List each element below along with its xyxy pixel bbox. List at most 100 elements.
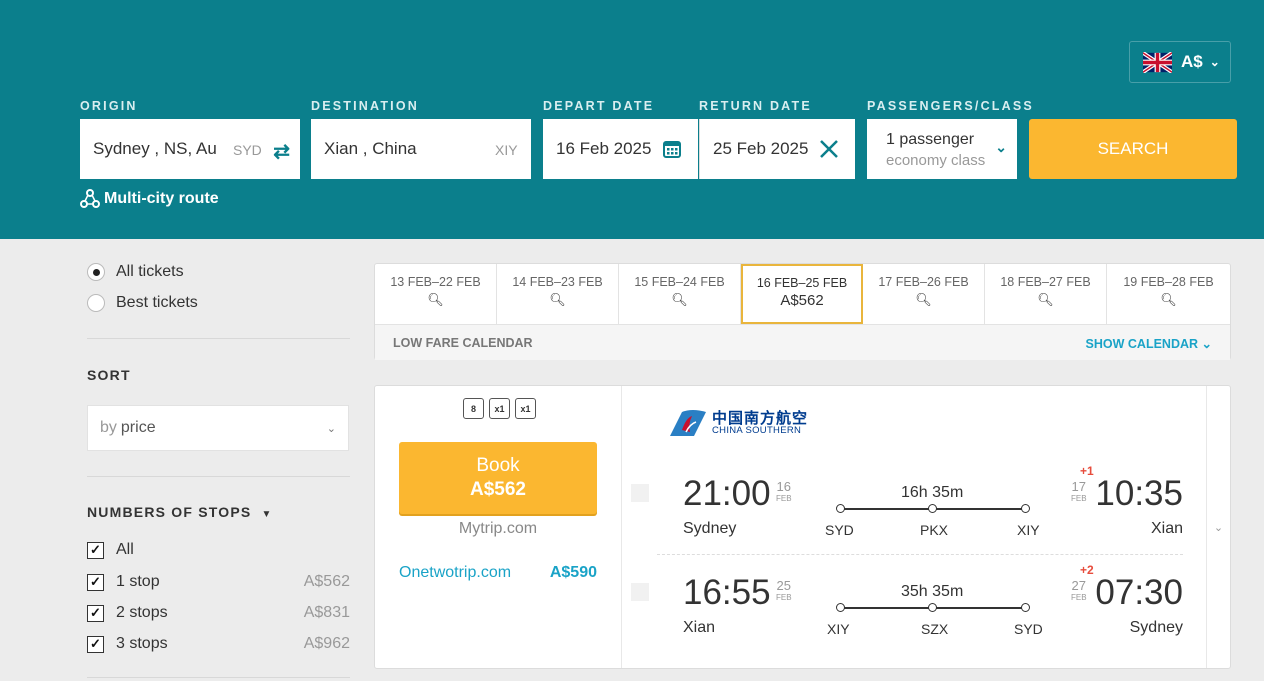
chevron-down-icon: ⌄ bbox=[1201, 337, 1212, 351]
radio-button[interactable] bbox=[87, 294, 105, 312]
search-icon: 🔍︎ bbox=[671, 292, 688, 307]
destination-label: DESTINATION bbox=[311, 99, 419, 113]
expand-details-button[interactable]: ⌄ bbox=[1206, 386, 1230, 668]
uk-flag-icon bbox=[1143, 51, 1172, 73]
arrival-date: 17 FEB bbox=[1071, 480, 1087, 503]
stops-heading-label: NUMBERS OF STOPS bbox=[87, 504, 252, 520]
route-line bbox=[836, 603, 1030, 613]
search-icon: 🔍︎ bbox=[1160, 292, 1177, 307]
airline-name-cn: 中国南方航空 bbox=[712, 409, 809, 427]
agency-name: Mytrip.com bbox=[458, 520, 538, 537]
radio-best-tickets[interactable]: Best tickets bbox=[87, 294, 198, 312]
segment-checkbox[interactable] bbox=[631, 583, 649, 601]
departure-time: 16:55 bbox=[683, 573, 771, 612]
result-card: 8 x1 x1 Book A$562 Mytrip.com Onetwotrip… bbox=[374, 385, 1231, 669]
radio-label: Best tickets bbox=[116, 294, 198, 311]
depart-date-field[interactable]: 16 Feb 2025 bbox=[543, 119, 698, 179]
date-range: 16 FEB–25 FEB bbox=[756, 276, 848, 290]
stops-label: 1 stop bbox=[116, 573, 160, 590]
divider bbox=[87, 338, 350, 339]
date-range: 14 FEB–23 FEB bbox=[512, 275, 603, 289]
sort-select[interactable]: by price ⌄ bbox=[87, 405, 349, 451]
stops-filter-2[interactable]: ✓ 2 stops A$831 bbox=[87, 604, 350, 622]
day-offset: +1 bbox=[1080, 464, 1094, 478]
airport-code: SYD bbox=[1014, 621, 1043, 637]
china-southern-logo-icon bbox=[670, 410, 706, 436]
departure-time: 21:00 bbox=[683, 474, 771, 513]
checkbox[interactable]: ✓ bbox=[87, 635, 104, 653]
date-option[interactable]: 15 FEB–24 FEB 🔍︎ bbox=[619, 264, 741, 324]
stop-dot bbox=[836, 504, 845, 513]
date-range: 15 FEB–24 FEB bbox=[634, 275, 725, 289]
sort-heading: SORT bbox=[87, 367, 131, 383]
departure-city: Sydney bbox=[683, 520, 737, 537]
date-option[interactable]: 17 FEB–26 FEB 🔍︎ bbox=[863, 264, 985, 324]
destination-code: XIY bbox=[495, 142, 518, 158]
departure-day: 25 bbox=[776, 578, 792, 593]
book-button[interactable]: Book A$562 bbox=[399, 442, 597, 514]
date-range: 17 FEB–26 FEB bbox=[878, 275, 969, 289]
carry-on-icon: x1 bbox=[515, 398, 536, 419]
currency-selector[interactable]: A$ ⌄ bbox=[1129, 41, 1231, 83]
route-icon bbox=[80, 189, 100, 208]
departure-date: 16 FEB bbox=[776, 480, 792, 503]
stop-dot bbox=[836, 603, 845, 612]
date-strip: 13 FEB–22 FEB 🔍︎ 14 FEB–23 FEB 🔍︎ 15 FEB… bbox=[374, 263, 1231, 360]
route-line bbox=[836, 504, 1030, 514]
calendar-icon[interactable] bbox=[662, 139, 682, 159]
date-range: 19 FEB–28 FEB bbox=[1123, 275, 1214, 289]
stops-heading[interactable]: NUMBERS OF STOPS ▼ bbox=[87, 504, 273, 520]
stop-dot bbox=[928, 603, 937, 612]
search-icon: 🔍︎ bbox=[915, 292, 932, 307]
passengers-field[interactable]: 1 passenger economy class ⌄ bbox=[867, 119, 1017, 179]
depart-date-value: 16 Feb 2025 bbox=[556, 139, 651, 158]
checkbox[interactable]: ✓ bbox=[87, 541, 104, 559]
date-option[interactable]: 19 FEB–28 FEB 🔍︎ bbox=[1107, 264, 1230, 324]
search-button[interactable]: SEARCH bbox=[1029, 119, 1237, 179]
multi-city-link[interactable]: Multi-city route bbox=[80, 189, 219, 209]
airline-name-en: CHINA SOUTHERN bbox=[712, 424, 802, 436]
destination-field[interactable]: Xian , China XIY bbox=[311, 119, 531, 179]
return-date-field[interactable]: 25 Feb 2025 bbox=[699, 119, 855, 179]
checkbox[interactable]: ✓ bbox=[87, 573, 104, 591]
sort-value: price bbox=[120, 419, 156, 436]
stops-price: A$831 bbox=[303, 604, 350, 621]
alt-agency-price[interactable]: A$590 bbox=[550, 564, 597, 582]
alt-agency-link[interactable]: Onetwotrip.com bbox=[399, 564, 511, 582]
arrival-month: FEB bbox=[1071, 593, 1087, 602]
airline-logo: 中国南方航空 CHINA SOUTHERN bbox=[668, 408, 808, 438]
date-range: 18 FEB–27 FEB bbox=[1000, 275, 1091, 289]
chevron-down-icon: ⌄ bbox=[326, 422, 336, 435]
stops-filter-3[interactable]: ✓ 3 stops A$962 bbox=[87, 635, 350, 653]
baggage-icon: 8 bbox=[463, 398, 484, 419]
stop-dot bbox=[1021, 603, 1030, 612]
stop-dot bbox=[1021, 504, 1030, 513]
segment-checkbox[interactable] bbox=[631, 484, 649, 502]
currency-label: A$ bbox=[1181, 52, 1203, 71]
arrival-city: Sydney bbox=[1129, 619, 1183, 636]
date-option[interactable]: 13 FEB–22 FEB 🔍︎ bbox=[375, 264, 497, 324]
date-option[interactable]: 18 FEB–27 FEB 🔍︎ bbox=[985, 264, 1107, 324]
return-date-label: RETURN DATE bbox=[699, 99, 812, 113]
chevron-down-icon: ⌄ bbox=[1209, 55, 1220, 69]
flight-duration: 35h 35m bbox=[901, 583, 964, 600]
checkbox[interactable]: ✓ bbox=[87, 604, 104, 622]
radio-all-tickets[interactable]: All tickets bbox=[87, 263, 184, 281]
arrival-time: 10:35 bbox=[1095, 474, 1183, 513]
origin-field[interactable]: Sydney , NS, Australia SYD ⇄ bbox=[80, 119, 300, 179]
return-date-value: 25 Feb 2025 bbox=[713, 139, 808, 158]
swap-icon[interactable]: ⇄ bbox=[273, 139, 290, 164]
stops-filter-1[interactable]: ✓ 1 stop A$562 bbox=[87, 573, 350, 591]
search-icon: 🔍︎ bbox=[1037, 292, 1054, 307]
arrival-time: 07:30 bbox=[1095, 573, 1183, 612]
date-option[interactable]: 14 FEB–23 FEB 🔍︎ bbox=[497, 264, 619, 324]
book-label: Book bbox=[476, 455, 520, 476]
date-price: A$562 bbox=[780, 292, 824, 309]
show-calendar-link[interactable]: SHOW CALENDAR ⌄ bbox=[1086, 336, 1212, 351]
radio-button[interactable] bbox=[87, 263, 105, 281]
date-option-selected[interactable]: 16 FEB–25 FEB A$562 bbox=[741, 264, 863, 324]
booking-pane: 8 x1 x1 Book A$562 Mytrip.com Onetwotrip… bbox=[375, 386, 622, 668]
close-icon[interactable] bbox=[819, 139, 839, 159]
stops-filter-all[interactable]: ✓ All bbox=[87, 541, 350, 559]
radio-label: All tickets bbox=[116, 263, 184, 280]
